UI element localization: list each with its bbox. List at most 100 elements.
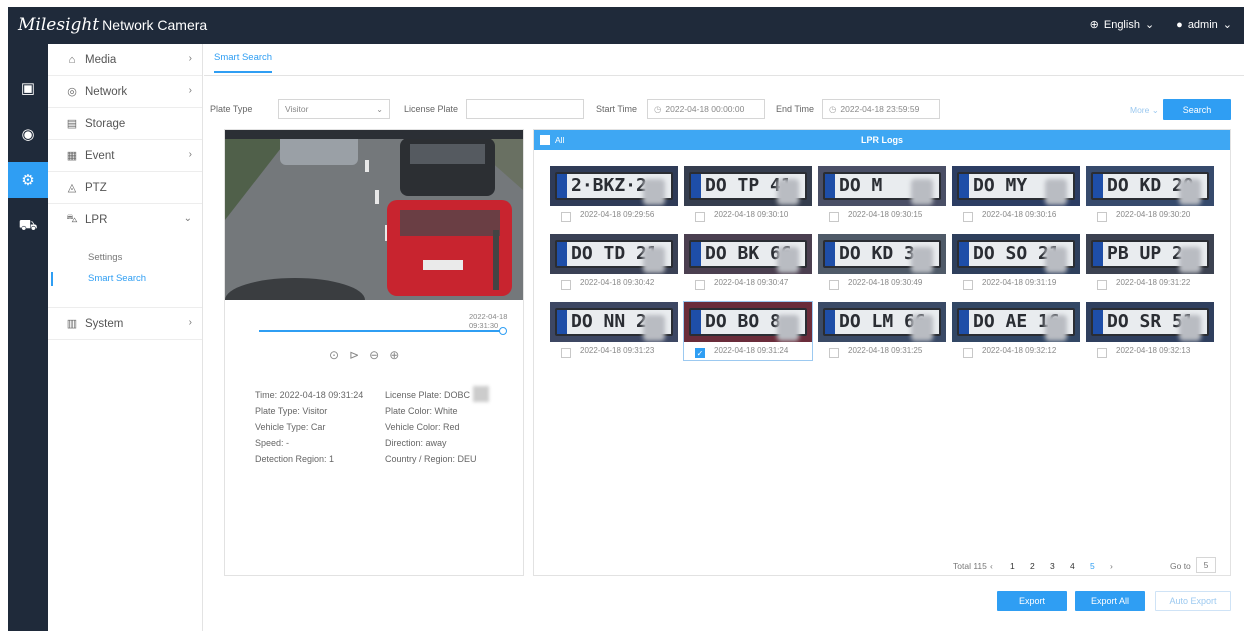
log-checkbox[interactable] [963,280,973,290]
page-1[interactable]: 1 [1010,561,1015,571]
log-card[interactable]: 2·BKZ·2 2022-04-18 09:29:56 [550,166,678,224]
log-card[interactable]: DO KD 3 2022-04-18 09:30:49 [818,234,946,292]
log-card[interactable]: DO KD 20 2022-04-18 09:30:20 [1086,166,1214,224]
plate-image[interactable]: PB UP 2 [1086,234,1214,274]
page-5[interactable]: 5 [1090,561,1095,571]
log-card[interactable]: DO TP 41 2022-04-18 09:30:10 [684,166,812,224]
log-card[interactable]: DO SO 21 2022-04-18 09:31:19 [952,234,1080,292]
plate-image[interactable]: DO BK 66 [684,234,812,274]
plate-text: DO NN 2 [571,311,647,332]
progress-track[interactable] [259,327,507,335]
prev-page-icon[interactable]: ‹ [990,561,993,571]
license-plate-input[interactable] [466,99,584,119]
log-checkbox[interactable] [1097,348,1107,358]
menu-item-storage[interactable]: ▤ Storage [48,108,202,140]
plate-image[interactable]: DO M [818,166,946,206]
log-checkbox[interactable] [561,348,571,358]
export-all-button[interactable]: Export All [1075,591,1145,611]
log-checkbox[interactable] [1097,212,1107,222]
progress-knob[interactable] [499,327,507,335]
menu-item-event[interactable]: ▦ Event › [48,140,202,172]
log-card[interactable]: DO M 2022-04-18 09:30:15 [818,166,946,224]
log-card[interactable]: PB UP 2 2022-04-18 09:31:22 [1086,234,1214,292]
log-card[interactable]: DO AE 16 2022-04-18 09:32:12 [952,302,1080,360]
menu-item-lpr[interactable]: ⛍ LPR ⌄ [48,204,202,236]
menu-item-system[interactable]: ▥ System › [48,308,202,340]
live-view-icon[interactable]: ▣ [8,70,48,106]
goto-page-input[interactable]: 5 [1196,557,1216,573]
chevron-right-icon: › [188,53,192,64]
menu-item-network[interactable]: ◎ Network › [48,76,202,108]
play-icon[interactable]: ⊳ [349,348,359,362]
previous-icon[interactable]: ⊖ [369,348,379,362]
plate-face: DO TP 41 [689,172,807,205]
log-checkbox[interactable] [829,280,839,290]
log-checkbox[interactable] [963,348,973,358]
plate-face: DO MY [957,172,1075,205]
redaction-blur [643,247,665,273]
redaction-blur [643,179,665,205]
log-checkbox[interactable] [561,280,571,290]
tab-smart-search[interactable]: Smart Search [214,52,273,73]
chevron-down-icon: ⌄ [1222,19,1232,31]
plate-type-select[interactable]: Visitor ⌄ [278,99,390,119]
plate-image[interactable]: DO BO 8 [684,302,812,342]
menu-item-media[interactable]: ⌂ Media › [48,44,202,76]
log-card[interactable]: DO BO 8 ✓ 2022-04-18 09:31:24 [683,301,813,361]
log-checkbox[interactable] [963,212,973,222]
plate-image[interactable]: DO TP 41 [684,166,812,206]
submenu-item-smart-search[interactable]: Smart Search [88,273,146,284]
log-card[interactable]: DO MY 2022-04-18 09:30:16 [952,166,1080,224]
lpr-logs-title: LPR Logs [861,135,903,145]
plate-image[interactable]: DO AE 16 [952,302,1080,342]
search-button[interactable]: Search [1163,99,1231,120]
log-card[interactable]: DO BK 66 2022-04-18 09:30:47 [684,234,812,292]
more-toggle[interactable]: More ⌄ [1130,105,1159,116]
export-button[interactable]: Export [997,591,1067,611]
network-icon: ◎ [67,86,77,98]
plate-image[interactable]: DO TD 21 [550,234,678,274]
log-checkbox[interactable] [561,212,571,222]
submenu-item-settings[interactable]: Settings [88,252,122,263]
plate-image[interactable]: DO MY [952,166,1080,206]
page-4[interactable]: 4 [1070,561,1075,571]
playback-icon[interactable]: ◉ [8,116,48,152]
start-time-input[interactable]: ◷ 2022-04-18 00:00:00 [647,99,765,119]
plate-image[interactable]: DO LM 66 [818,302,946,342]
next-icon[interactable]: ⊕ [389,348,399,362]
log-checkbox[interactable] [695,212,705,222]
menu-item-ptz[interactable]: ◬ PTZ [48,172,202,204]
total-count: Total 115 [953,561,987,571]
language-menu[interactable]: ⊕ English ⌄ [1090,18,1155,32]
vehicle-icon[interactable]: ⛟ [8,208,48,244]
plate-image[interactable]: DO SR 51 [1086,302,1214,342]
settings-icon[interactable]: ⚙ [8,162,48,198]
plate-image[interactable]: DO NN 2 [550,302,678,342]
plate-image[interactable]: DO KD 3 [818,234,946,274]
page-2[interactable]: 2 [1030,561,1035,571]
eu-band [557,174,567,198]
plate-image[interactable]: DO KD 20 [1086,166,1214,206]
log-card[interactable]: DO LM 66 2022-04-18 09:31:25 [818,302,946,360]
auto-export-button[interactable]: Auto Export [1155,591,1231,611]
log-checkbox[interactable] [695,280,705,290]
log-checkbox[interactable]: ✓ [695,348,705,358]
next-page-icon[interactable]: › [1110,561,1113,571]
video-frame[interactable] [225,130,523,300]
end-time-input[interactable]: ◷ 2022-04-18 23:59:59 [822,99,940,119]
icon-rail: ▣ ◉ ⚙ ⛟ [8,44,48,631]
log-checkbox[interactable] [829,348,839,358]
redaction-blur [777,247,799,273]
detail-speed: Speed: - [255,438,290,448]
log-checkbox[interactable] [829,212,839,222]
stop-icon[interactable]: ⊙ [329,348,339,362]
plate-image[interactable]: DO SO 21 [952,234,1080,274]
plate-image[interactable]: 2·BKZ·2 [550,166,678,206]
user-menu[interactable]: ● admin ⌄ [1176,18,1232,32]
log-checkbox[interactable] [1097,280,1107,290]
log-card[interactable]: DO TD 21 2022-04-18 09:30:42 [550,234,678,292]
page-3[interactable]: 3 [1050,561,1055,571]
system-icon: ▥ [66,318,78,330]
log-card[interactable]: DO NN 2 2022-04-18 09:31:23 [550,302,678,360]
log-card[interactable]: DO SR 51 2022-04-18 09:32:13 [1086,302,1214,360]
